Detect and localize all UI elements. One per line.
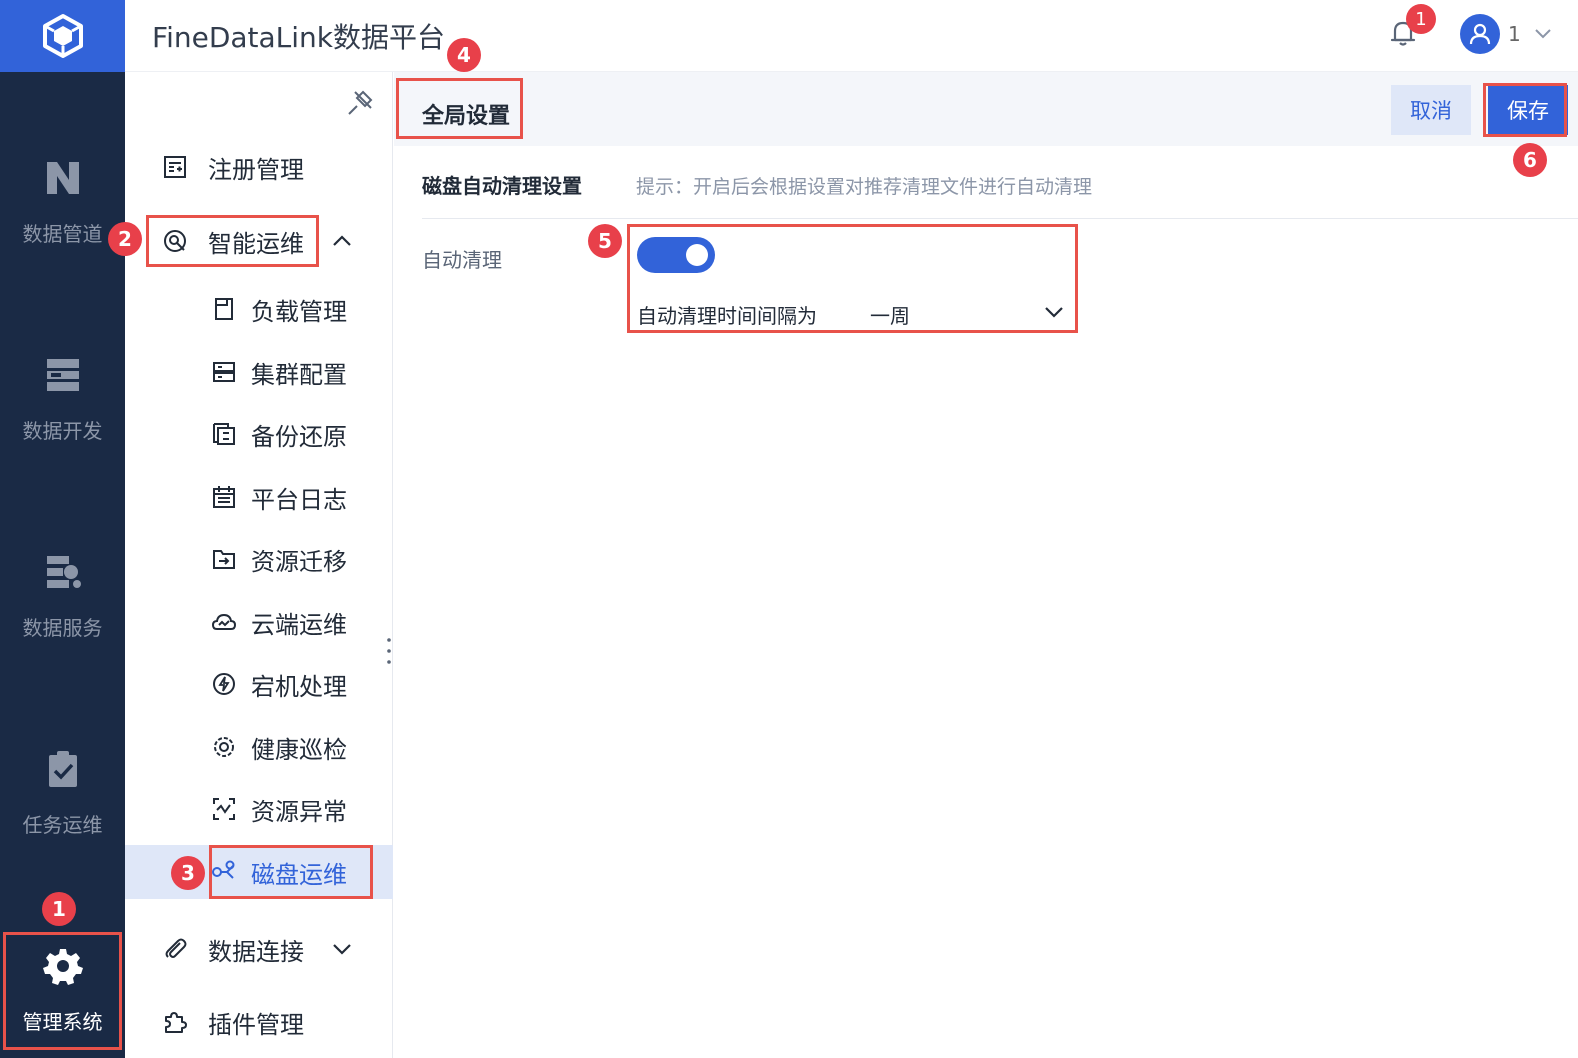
rail-item-data-pipeline[interactable]: 数据管道 — [0, 158, 125, 247]
puzzle-icon — [165, 1012, 187, 1033]
annotation-marker: 6 — [1513, 143, 1547, 177]
menu-item-load[interactable]: 负载管理 — [125, 282, 393, 336]
menu-label: 负载管理 — [251, 297, 347, 326]
divider — [422, 218, 1578, 219]
annotation-marker: 1 — [42, 892, 76, 926]
annotation-marker: 5 — [588, 224, 622, 258]
lightning-icon — [213, 673, 235, 695]
register-icon — [164, 156, 186, 178]
cube-logo-icon — [42, 14, 83, 58]
menu-label: 平台日志 — [251, 485, 347, 514]
admin-menu: 注册管理 智能运维 负载管理 集群配置 备份还原 平台日志 资源迁移 云端运维 … — [125, 72, 393, 1058]
rail-item-admin-system[interactable]: 管理系统 — [0, 946, 125, 1035]
interval-value: 一周 — [870, 304, 910, 328]
annotation-marker: 2 — [108, 222, 142, 256]
menu-label: 数据连接 — [208, 937, 304, 966]
annotation-marker: 4 — [447, 38, 481, 72]
calendar-log-icon — [213, 486, 235, 508]
rail-label: 任务运维 — [22, 813, 103, 837]
rail-item-data-dev[interactable]: 数据开发 — [0, 355, 125, 444]
resource-anomaly-icon — [213, 798, 235, 820]
cloud-ops-icon — [211, 613, 237, 630]
menu-label: 注册管理 — [208, 155, 304, 184]
chevron-down-icon — [1045, 307, 1063, 318]
menu-label: 磁盘运维 — [251, 860, 347, 889]
rail-label: 管理系统 — [22, 1010, 103, 1034]
menu-item-plugin[interactable]: 插件管理 — [125, 995, 393, 1049]
task-ops-icon — [48, 751, 77, 787]
menu-label: 资源异常 — [251, 797, 347, 826]
main-content: 全局设置 取消 保存 磁盘自动清理设置 提示：开启后会根据设置对推荐清理文件进行… — [394, 72, 1578, 1058]
menu-label: 集群配置 — [251, 360, 347, 389]
interval-select[interactable]: 一周 — [862, 294, 1072, 330]
user-name: 1 — [1508, 22, 1521, 46]
menu-item-data-connection[interactable]: 数据连接 — [125, 922, 393, 976]
smart-ops-icon — [164, 230, 186, 252]
menu-label: 健康巡检 — [251, 735, 347, 764]
menu-item-backup[interactable]: 备份还原 — [125, 407, 393, 461]
auto-clean-toggle[interactable] — [637, 237, 715, 273]
rail-label: 数据开发 — [22, 419, 103, 443]
interval-label: 自动清理时间间隔为 — [637, 304, 817, 328]
menu-label: 云端运维 — [251, 610, 347, 639]
pin-icon[interactable] — [345, 88, 375, 118]
data-service-icon — [46, 556, 81, 588]
rail-label: 数据服务 — [22, 616, 103, 640]
chevron-up-icon — [333, 235, 351, 246]
health-gear-icon — [214, 737, 234, 757]
migrate-icon — [213, 550, 235, 569]
content-header: 全局设置 取消 保存 — [394, 72, 1578, 146]
menu-item-platform-log[interactable]: 平台日志 — [125, 470, 393, 524]
menu-item-health-check[interactable]: 健康巡检 — [125, 720, 393, 774]
menu-item-disk-ops[interactable]: 磁盘运维 — [125, 845, 393, 899]
backup-icon — [213, 423, 235, 445]
menu-item-register[interactable]: 注册管理 — [125, 140, 393, 194]
menu-item-resource-anomaly[interactable]: 资源异常 — [125, 782, 393, 836]
menu-item-cloud-ops[interactable]: 云端运维 — [125, 595, 393, 649]
auto-clean-label: 自动清理 — [422, 248, 502, 272]
avatar[interactable] — [1460, 14, 1500, 54]
data-dev-icon — [46, 359, 79, 391]
menu-label: 资源迁移 — [251, 547, 347, 576]
menu-item-cluster[interactable]: 集群配置 — [125, 345, 393, 399]
chevron-down-icon — [333, 944, 351, 955]
menu-label: 插件管理 — [208, 1010, 304, 1039]
menu-item-downtime[interactable]: 宕机处理 — [125, 657, 393, 711]
rail-label: 数据管道 — [22, 222, 103, 246]
menu-item-resource-migrate[interactable]: 资源迁移 — [125, 532, 393, 586]
tab-global-settings[interactable]: 全局设置 — [422, 98, 510, 130]
section-title: 磁盘自动清理设置 — [422, 174, 582, 198]
top-bar: FineDataLink数据平台 1 1 — [0, 0, 1578, 72]
data-pipeline-icon — [46, 162, 79, 194]
rail-item-task-ops[interactable]: 任务运维 — [0, 749, 125, 838]
load-icon — [215, 298, 233, 320]
save-button[interactable]: 保存 — [1488, 85, 1568, 135]
annotation-marker: 3 — [171, 856, 205, 890]
paperclip-icon — [165, 938, 187, 958]
rail-item-data-service[interactable]: 数据服务 — [0, 552, 125, 641]
notification-badge: 1 — [1406, 4, 1436, 34]
toggle-knob — [686, 244, 708, 266]
app-logo[interactable] — [0, 0, 125, 72]
disk-ops-icon — [212, 860, 235, 879]
gear-icon — [42, 949, 83, 985]
cancel-button[interactable]: 取消 — [1391, 85, 1471, 135]
menu-item-smart-ops[interactable]: 智能运维 — [125, 214, 393, 268]
chevron-down-icon[interactable] — [1532, 22, 1554, 44]
menu-label: 宕机处理 — [251, 672, 347, 701]
app-title: FineDataLink数据平台 — [152, 21, 446, 54]
user-icon — [1469, 23, 1491, 45]
menu-label: 备份还原 — [251, 422, 347, 451]
menu-label: 智能运维 — [208, 229, 304, 258]
section-hint: 提示：开启后会根据设置对推荐清理文件进行自动清理 — [636, 176, 1093, 198]
cluster-icon — [213, 362, 235, 382]
